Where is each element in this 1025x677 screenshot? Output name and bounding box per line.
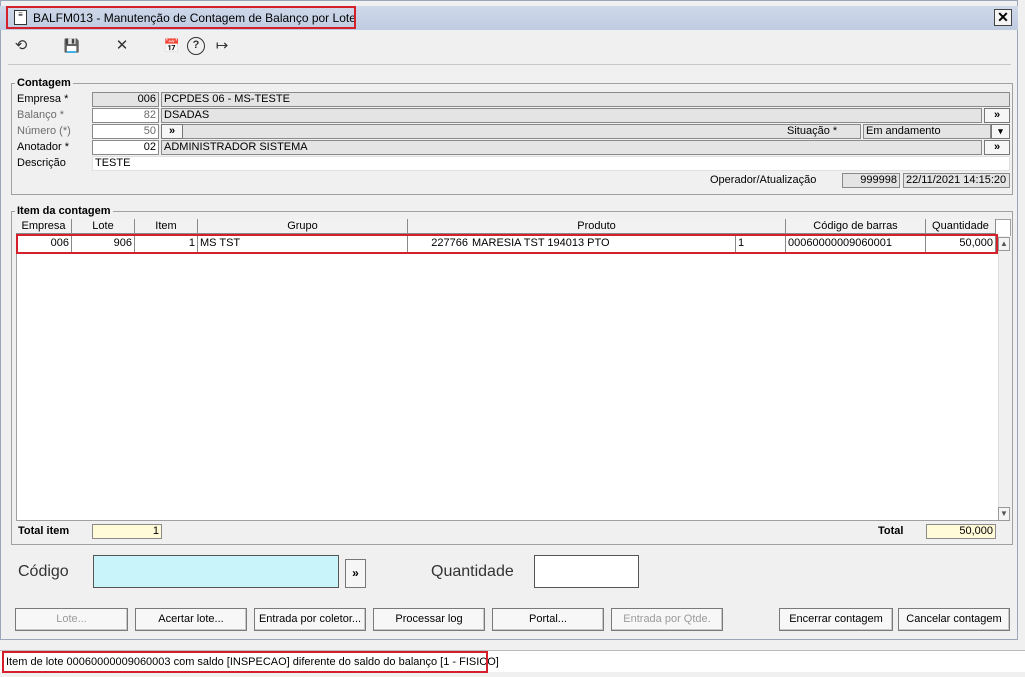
balanco-lookup-button[interactable]: »: [984, 108, 1010, 123]
descricao-label: Descrição: [17, 157, 66, 169]
numero-desc-field: [183, 124, 861, 139]
save-icon[interactable]: 💾: [62, 37, 82, 55]
total-item-field: 1: [92, 524, 162, 539]
empresa-label: Empresa *: [17, 93, 69, 105]
total-quantidade-field: 50,000: [926, 524, 996, 539]
anotador-name-field: ADMINISTRADOR SISTEMA: [161, 140, 982, 155]
entrada-qtde-button[interactable]: Entrada por Qtde.: [611, 608, 723, 631]
col-item[interactable]: Item: [135, 219, 198, 234]
numero-label: Número (*): [17, 125, 71, 137]
codigo-label: Código: [18, 563, 69, 580]
situacao-label: Situação *: [787, 125, 838, 137]
numero-field[interactable]: 50: [92, 124, 159, 139]
col-produto[interactable]: Produto: [408, 219, 786, 234]
lote-button[interactable]: Lote...: [15, 608, 128, 631]
grid-vertical-scrollbar[interactable]: [998, 236, 1011, 521]
anotador-label: Anotador *: [17, 141, 69, 153]
col-lote[interactable]: Lote: [72, 219, 135, 234]
encerrar-contagem-button[interactable]: Encerrar contagem: [779, 608, 893, 631]
operador-code-field: 999998: [842, 173, 900, 188]
operador-label: Operador/Atualização: [710, 174, 817, 186]
col-codigo-barras[interactable]: Código de barras: [786, 219, 926, 234]
cancel-icon[interactable]: ✕: [112, 37, 132, 55]
acertar-lote-button[interactable]: Acertar lote...: [135, 608, 247, 631]
item-contagem-title: Item da contagem: [15, 205, 113, 217]
close-button[interactable]: ✕: [994, 9, 1012, 26]
help-icon[interactable]: ?: [187, 37, 205, 55]
anotador-lookup-button[interactable]: »: [984, 140, 1010, 155]
selected-row-highlight: [16, 234, 998, 254]
col-empresa[interactable]: Empresa: [16, 219, 72, 234]
exit-icon[interactable]: ↦: [212, 37, 232, 55]
descricao-field[interactable]: TESTE: [92, 156, 1010, 171]
processar-log-button[interactable]: Processar log: [373, 608, 485, 631]
total-label: Total: [878, 525, 904, 537]
portal-button[interactable]: Portal...: [492, 608, 604, 631]
scroll-down-icon[interactable]: ▼: [998, 507, 1010, 521]
col-grupo[interactable]: Grupo: [198, 219, 408, 234]
quantidade-input[interactable]: [534, 555, 639, 588]
situacao-select[interactable]: Em andamento: [863, 124, 991, 139]
undo-icon[interactable]: ⟲: [11, 37, 31, 55]
toolbar-divider: [8, 64, 1011, 65]
empresa-code-field: 006: [92, 92, 159, 107]
empresa-name-field: PCPDES 06 - MS-TESTE: [161, 92, 1010, 107]
codigo-input[interactable]: [93, 555, 339, 588]
numero-lookup-button[interactable]: »: [161, 124, 183, 139]
quantidade-label: Quantidade: [431, 563, 514, 580]
balanco-label: Balanço *: [17, 109, 65, 121]
col-quantidade[interactable]: Quantidade: [926, 219, 996, 234]
codigo-lookup-button[interactable]: »: [345, 559, 366, 588]
total-item-label: Total item: [18, 525, 70, 537]
cancelar-contagem-button[interactable]: Cancelar contagem: [898, 608, 1010, 631]
title-highlight: [6, 6, 356, 29]
balanco-name-field: DSADAS: [161, 108, 982, 123]
contagem-title: Contagem: [15, 77, 73, 89]
balanco-code-field: 82: [92, 108, 159, 123]
anotador-code-field[interactable]: 02: [92, 140, 159, 155]
situacao-dropdown-icon[interactable]: ▾: [991, 124, 1010, 139]
calendar-icon[interactable]: 📅: [162, 37, 182, 55]
items-grid[interactable]: [16, 219, 1011, 521]
scroll-up-icon[interactable]: ▲: [998, 237, 1010, 251]
atualizacao-datetime-field: 22/11/2021 14:15:20: [903, 173, 1010, 188]
entrada-coletor-button[interactable]: Entrada por coletor...: [254, 608, 366, 631]
status-highlight: [2, 651, 488, 673]
